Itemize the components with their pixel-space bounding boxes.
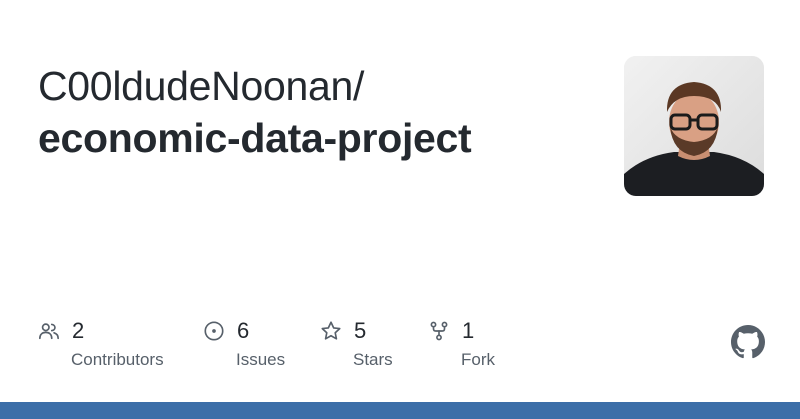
stars-label: Stars <box>353 350 393 369</box>
repo-name[interactable]: economic-data-project <box>38 112 598 164</box>
github-mark-icon[interactable] <box>731 325 765 359</box>
stat-forks[interactable]: 1 Fork <box>428 316 598 376</box>
stat-contributors[interactable]: 2 Contributors <box>38 316 208 376</box>
issues-label: Issues <box>236 350 286 369</box>
avatar-portrait <box>624 56 764 196</box>
people-icon <box>38 320 60 342</box>
contributors-label: Contributors <box>71 350 164 369</box>
bottom-color-bar <box>0 402 800 419</box>
issues-count: 6 <box>237 318 250 343</box>
avatar <box>624 56 764 196</box>
contributors-count: 2 <box>72 318 85 343</box>
repo-forked-icon <box>428 320 450 342</box>
repo-title: C00ldudeNoonan/ economic-data-project <box>38 60 598 164</box>
star-icon <box>320 320 342 342</box>
stars-count: 5 <box>354 318 367 343</box>
repo-owner[interactable]: C00ldudeNoonan/ <box>38 60 598 112</box>
forks-count: 1 <box>462 318 475 343</box>
forks-label: Fork <box>461 350 495 369</box>
issue-opened-icon <box>203 320 225 342</box>
